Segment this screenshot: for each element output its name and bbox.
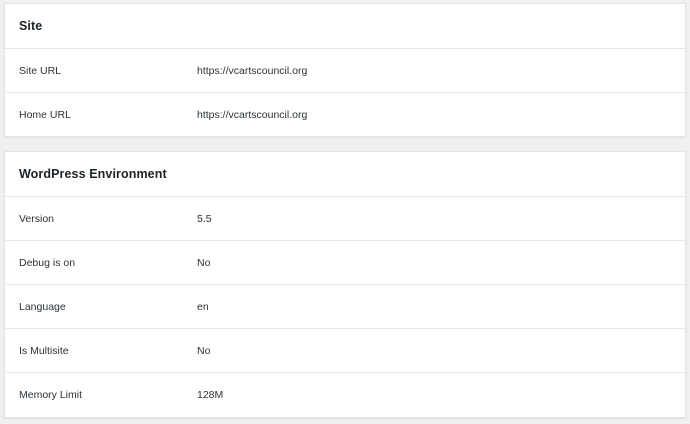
site-card: Site Site URL https://vcartscouncil.org … [4, 3, 686, 137]
language-label: Language [19, 300, 66, 313]
debug-value: No [197, 256, 211, 269]
memory-limit-label: Memory Limit [19, 389, 83, 401]
site-card-header: Site [5, 4, 685, 49]
site-card-title: Site [19, 19, 43, 33]
wordpress-environment-card: WordPress Environment Version 5.5 Debug … [4, 151, 686, 418]
memory-limit-row: Memory Limit 128M [5, 373, 685, 417]
site-url-label: Site URL [19, 64, 62, 77]
version-value: 5.5 [197, 212, 212, 225]
debug-label: Debug is on [19, 256, 76, 269]
home-url-value: https://vcartscouncil.org [197, 109, 308, 121]
system-status-page: Site Site URL https://vcartscouncil.org … [0, 0, 690, 424]
home-url-label: Home URL [19, 109, 71, 121]
multisite-row: Is Multisite No [5, 329, 685, 373]
site-url-row: Site URL https://vcartscouncil.org [5, 49, 685, 93]
debug-row: Debug is on No [5, 241, 685, 285]
version-label: Version [19, 212, 55, 225]
multisite-label: Is Multisite [19, 344, 69, 357]
memory-limit-value: 128M [197, 389, 224, 401]
language-row: Language en [5, 285, 685, 329]
multisite-value: No [197, 344, 211, 357]
site-url-value: https://vcartscouncil.org [197, 64, 308, 77]
language-value: en [197, 300, 209, 313]
home-url-row: Home URL https://vcartscouncil.org [5, 93, 685, 137]
wordpress-environment-title: WordPress Environment [19, 167, 167, 181]
version-row: Version 5.5 [5, 197, 685, 241]
wordpress-environment-header: WordPress Environment [5, 152, 685, 197]
